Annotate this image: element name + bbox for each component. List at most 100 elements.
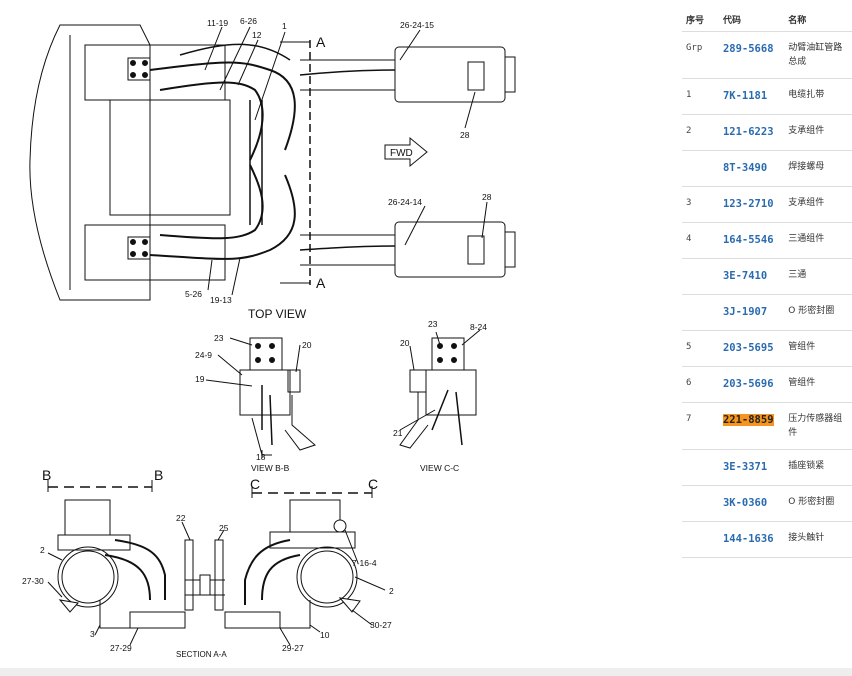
- bb-callout-20: 20: [302, 340, 312, 350]
- part-code[interactable]: 144-1636: [723, 533, 774, 545]
- bb-callout-19: 19: [195, 374, 205, 384]
- parts-row: 1 7K-1181 电缆扎带: [682, 78, 852, 115]
- part-name: 电缆扎带: [784, 78, 852, 115]
- part-seq: 4: [682, 222, 719, 259]
- part-seq: [682, 150, 719, 187]
- part-code-link[interactable]: 144-1636: [718, 521, 785, 558]
- part-code-link[interactable]: 7K-1181: [718, 78, 785, 115]
- part-name: O 形密封圈: [784, 294, 852, 331]
- part-seq: [682, 485, 719, 522]
- part-code[interactable]: 8T-3490: [723, 162, 767, 174]
- parts-row: 3K-0360 O 形密封圈: [682, 485, 852, 522]
- parts-table-body: Grp 289-5668 动臂油缸管路总成 1 7K-1181 电缆扎带 2 121-6223…: [682, 31, 852, 558]
- parts-list-panel: 序号 代码 名称 Grp 289-5668 动臂油缸管路总成 1 7K-1181 电缆扎带…: [682, 0, 852, 676]
- sec-callout-27-29: 27-29: [110, 643, 132, 653]
- view-bb-title: VIEW B-B: [251, 463, 290, 473]
- part-seq: [682, 294, 719, 331]
- part-seq: 2: [682, 114, 719, 151]
- parts-row: Grp 289-5668 动臂油缸管路总成: [682, 31, 852, 79]
- section-marker-c-left: C: [250, 476, 260, 492]
- section-aa-title: SECTION A-A: [176, 650, 227, 659]
- part-code[interactable]: 164-5546: [723, 234, 774, 246]
- callout-1: 1: [282, 21, 287, 31]
- part-code[interactable]: 7K-1181: [723, 90, 767, 102]
- header-seq: 序号: [682, 8, 719, 32]
- section-marker-a-top: A: [316, 34, 326, 50]
- header-name: 名称: [784, 8, 852, 32]
- callout-28-top: 28: [460, 130, 470, 140]
- parts-row: 2 121-6223 支承组件: [682, 114, 852, 151]
- header-code: 代码: [718, 8, 785, 32]
- part-name: 焊接螺母: [784, 150, 852, 187]
- callout-28-bottom: 28: [482, 192, 492, 202]
- part-seq: 7: [682, 402, 719, 450]
- callout-12: 12: [252, 30, 262, 40]
- part-code[interactable]: 3K-0360: [723, 497, 767, 509]
- parts-row: 5 203-5695 管组件: [682, 330, 852, 367]
- parts-row: 7 221-8859 压力传感器组件: [682, 402, 852, 450]
- part-code[interactable]: 221-8859: [722, 414, 774, 426]
- part-code-link[interactable]: 3E-3371: [718, 449, 785, 486]
- part-code[interactable]: 3E-3371: [723, 461, 767, 473]
- bb-callout-23: 23: [214, 333, 224, 343]
- sec-callout-10: 10: [320, 630, 330, 640]
- part-code-link[interactable]: 8T-3490: [718, 150, 785, 187]
- part-seq: 6: [682, 366, 719, 403]
- part-name: 接头触针: [784, 521, 852, 558]
- callout-6-26: 6-26: [240, 16, 257, 26]
- view-cc-title: VIEW C-C: [420, 463, 459, 473]
- sec-callout-7-16-4: 7-16-4: [352, 558, 377, 568]
- parts-row: 8T-3490 焊接螺母: [682, 150, 852, 187]
- part-seq: [682, 449, 719, 486]
- part-seq: 3: [682, 186, 719, 223]
- part-code-link[interactable]: 121-6223: [718, 114, 785, 151]
- callout-19-13: 19-13: [210, 295, 232, 305]
- part-seq: 5: [682, 330, 719, 367]
- part-name: 三通组件: [784, 222, 852, 259]
- cc-callout-23: 23: [428, 319, 438, 329]
- part-code-link[interactable]: 164-5546: [718, 222, 785, 259]
- sec-callout-29-27: 29-27: [282, 643, 304, 653]
- part-name: 压力传感器组件: [784, 402, 852, 450]
- scrollbar-track[interactable]: [0, 668, 852, 676]
- sec-callout-27-30: 27-30: [22, 576, 44, 586]
- part-code-link[interactable]: 3K-0360: [718, 485, 785, 522]
- part-name: 三通: [784, 258, 852, 295]
- part-code-link[interactable]: 123-2710: [718, 186, 785, 223]
- parts-row: 3E-7410 三通: [682, 258, 852, 295]
- part-code[interactable]: 3E-7410: [723, 270, 767, 282]
- part-code-link[interactable]: 3E-7410: [718, 258, 785, 295]
- part-code-link[interactable]: 203-5695: [718, 330, 785, 367]
- parts-row: 4 164-5546 三通组件: [682, 222, 852, 259]
- part-name: 管组件: [784, 366, 852, 403]
- part-name: 管组件: [784, 330, 852, 367]
- top-view-title: TOP VIEW: [248, 307, 307, 321]
- parts-row: 3J-1907 O 形密封圈: [682, 294, 852, 331]
- parts-row: 3 123-2710 支承组件: [682, 186, 852, 223]
- part-code[interactable]: 203-5696: [723, 378, 774, 390]
- cc-callout-21: 21: [393, 428, 403, 438]
- part-code[interactable]: 123-2710: [723, 198, 774, 210]
- part-code-link[interactable]: 221-8859: [718, 402, 785, 450]
- bb-callout-24-9: 24-9: [195, 350, 212, 360]
- callout-5-26: 5-26: [185, 289, 202, 299]
- callout-26-24-14: 26-24-14: [388, 197, 422, 207]
- part-code-link[interactable]: 289-5668: [718, 31, 785, 79]
- part-name: 支承组件: [784, 114, 852, 151]
- sec-callout-22: 22: [176, 513, 186, 523]
- part-name: 支承组件: [784, 186, 852, 223]
- part-code-link[interactable]: 3J-1907: [718, 294, 785, 331]
- callout-26-24-15: 26-24-15: [400, 20, 434, 30]
- cc-callout-8-24: 8-24: [470, 322, 487, 332]
- sec-callout-2-left: 2: [40, 545, 45, 555]
- part-code[interactable]: 3J-1907: [723, 306, 767, 318]
- sec-callout-25: 25: [219, 523, 229, 533]
- part-code[interactable]: 121-6223: [723, 126, 774, 138]
- part-code-link[interactable]: 203-5696: [718, 366, 785, 403]
- section-marker-b-right: B: [154, 467, 163, 483]
- parts-row: 6 203-5696 管组件: [682, 366, 852, 403]
- parts-row: 144-1636 接头触针: [682, 521, 852, 558]
- part-code[interactable]: 203-5695: [723, 342, 774, 354]
- hydraulic-diagram: 11-19 6-26 12 1 26-24-15 28 26-24-14 28 …: [22, 16, 516, 659]
- part-code[interactable]: 289-5668: [723, 43, 774, 55]
